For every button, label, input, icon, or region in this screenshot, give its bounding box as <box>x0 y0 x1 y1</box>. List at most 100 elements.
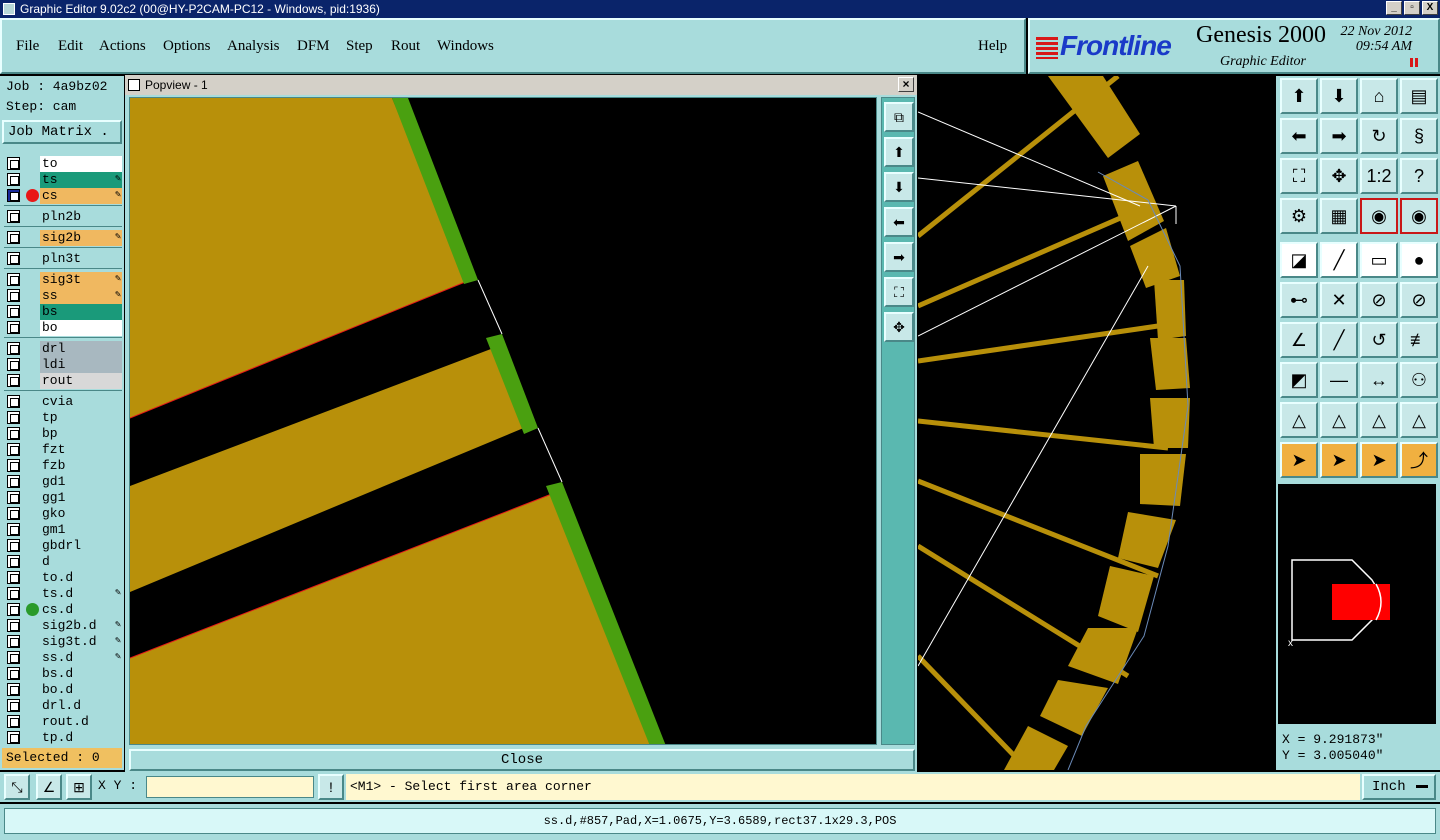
pause-icon[interactable] <box>1410 58 1418 67</box>
main-canvas[interactable] <box>918 76 1276 770</box>
zoom-window-icon[interactable]: ⧉ <box>884 102 914 132</box>
zoom-fit-icon[interactable]: ⛶ <box>1280 158 1318 194</box>
layer-name[interactable]: sig2b ✎ <box>40 230 122 246</box>
pointer-box-icon[interactable]: ➤ <box>1320 442 1358 478</box>
layer-name[interactable]: gm1 <box>40 522 122 538</box>
pan-right-icon[interactable]: ➡ <box>884 242 914 272</box>
help-icon[interactable]: ? <box>1400 158 1438 194</box>
layer-name[interactable]: tp <box>40 410 122 426</box>
layer-row[interactable]: gd1 <box>4 474 122 490</box>
add-pad-icon[interactable]: ⊘ <box>1360 282 1398 318</box>
triangle-icon[interactable]: △ <box>1280 402 1318 438</box>
dimension-icon[interactable]: ↔ <box>1360 362 1398 398</box>
pointer-icon[interactable]: ➤ <box>1280 442 1318 478</box>
layer-row[interactable]: sig3t.d ✎ <box>4 634 122 650</box>
layer-row[interactable]: drl <box>4 341 122 357</box>
layer-row[interactable]: fzb <box>4 458 122 474</box>
triangle2-icon[interactable]: △ <box>1320 402 1358 438</box>
layer-row[interactable]: pln2b <box>4 209 122 225</box>
circles-icon[interactable]: ⚇ <box>1400 362 1438 398</box>
layer-name[interactable]: gko <box>40 506 122 522</box>
layer-name[interactable]: bo.d <box>40 682 122 698</box>
minimap[interactable]: x <box>1278 484 1436 724</box>
layer-checkbox[interactable] <box>7 321 20 334</box>
layer-row[interactable]: pln3t <box>4 251 122 267</box>
layer-name[interactable]: bs <box>40 304 122 320</box>
dash-icon[interactable]: — <box>1320 362 1358 398</box>
layer-checkbox[interactable] <box>7 667 20 680</box>
layer-row[interactable]: sig3t ✎ <box>4 272 122 288</box>
menu-help[interactable]: Help <box>978 38 1007 55</box>
layer-name[interactable]: ss.d ✎ <box>40 650 122 666</box>
redo-icon[interactable]: ↻ <box>1360 118 1398 154</box>
layer-name[interactable]: tp.d <box>40 730 122 746</box>
layer-row[interactable]: ts.d ✎ <box>4 586 122 602</box>
layer-checkbox[interactable] <box>7 555 20 568</box>
layer-row[interactable]: fzt <box>4 442 122 458</box>
layer-name[interactable]: cvia <box>40 394 122 410</box>
layer-name[interactable]: to.d <box>40 570 122 586</box>
settings-icon[interactable]: ⚙ <box>1280 198 1318 234</box>
triangle4-icon[interactable]: △ <box>1400 402 1438 438</box>
pan-down-icon[interactable]: ⬇ <box>1320 78 1358 114</box>
layer-checkbox[interactable] <box>7 539 20 552</box>
layer-checkbox[interactable] <box>7 635 20 648</box>
menu-actions[interactable]: Actions <box>99 38 146 55</box>
layer-row[interactable]: sig2b ✎ <box>4 230 122 246</box>
intersect-icon[interactable]: ✕ <box>1320 282 1358 318</box>
layer-row[interactable]: rout <box>4 373 122 389</box>
xy-input[interactable] <box>146 776 314 798</box>
layer-checkbox[interactable] <box>7 210 20 223</box>
select-pad-icon[interactable]: ◪ <box>1280 242 1318 278</box>
layer-name[interactable]: drl.d <box>40 698 122 714</box>
grid-icon[interactable]: ▦ <box>1320 198 1358 234</box>
layers-red-icon[interactable]: ◉ <box>1360 198 1398 234</box>
layer-row[interactable]: bs <box>4 304 122 320</box>
layer-checkbox[interactable] <box>7 715 20 728</box>
minimize-button[interactable]: _ <box>1386 1 1402 15</box>
menu-edit[interactable]: Edit <box>58 38 83 55</box>
layer-checkbox[interactable] <box>7 699 20 712</box>
layer-name[interactable]: pln2b <box>40 209 122 225</box>
layer-name[interactable]: drl <box>40 341 122 357</box>
close-window-button[interactable]: X <box>1422 1 1438 15</box>
menu-step[interactable]: Step <box>346 38 373 55</box>
menu-analysis[interactable]: Analysis <box>227 38 280 55</box>
pointer-box2-icon[interactable]: ➤ <box>1360 442 1398 478</box>
layer-checkbox[interactable] <box>7 683 20 696</box>
layer-row[interactable]: tp <box>4 410 122 426</box>
window-split-icon[interactable]: ▤ <box>1400 78 1438 114</box>
layer-name[interactable]: to <box>40 156 122 172</box>
feature-icon[interactable]: ◩ <box>1280 362 1318 398</box>
layer-row[interactable]: rout.d <box>4 714 122 730</box>
layers-red2-icon[interactable]: ◉ <box>1400 198 1438 234</box>
layer-row[interactable]: bo.d <box>4 682 122 698</box>
layer-name[interactable]: sig3t ✎ <box>40 272 122 288</box>
layer-name[interactable]: ts.d ✎ <box>40 586 122 602</box>
ruler-icon[interactable]: ▭ <box>1360 242 1398 278</box>
layer-name[interactable]: cs.d <box>40 602 122 618</box>
zoom-center-icon[interactable]: ✥ <box>1320 158 1358 194</box>
layer-row[interactable]: gbdrl <box>4 538 122 554</box>
layer-row[interactable]: bs.d <box>4 666 122 682</box>
popview-close-icon[interactable]: × <box>898 77 914 92</box>
layer-name[interactable]: sig2b.d ✎ <box>40 618 122 634</box>
layer-name[interactable]: ldi <box>40 357 122 373</box>
layer-row[interactable]: tp.d <box>4 730 122 746</box>
layer-name[interactable]: cs ✎ <box>40 188 122 204</box>
dot-icon[interactable]: ● <box>1400 242 1438 278</box>
layer-name[interactable]: pln3t <box>40 251 122 267</box>
snap-grid-icon[interactable]: ⊞ <box>66 774 92 800</box>
layer-checkbox[interactable] <box>7 157 20 170</box>
pan-left-icon[interactable]: ⬅ <box>1280 118 1318 154</box>
arc-icon[interactable]: ↺ <box>1360 322 1398 358</box>
layer-checkbox[interactable] <box>7 427 20 440</box>
layer-row[interactable]: ldi <box>4 357 122 373</box>
layer-row[interactable]: ss ✎ <box>4 288 122 304</box>
layer-checkbox[interactable] <box>7 443 20 456</box>
popview-titlebar[interactable]: Popview - 1 × <box>125 75 917 95</box>
pan-left-icon[interactable]: ⬅ <box>884 207 914 237</box>
layer-checkbox[interactable] <box>7 273 20 286</box>
layer-checkbox[interactable] <box>7 189 20 202</box>
layer-name[interactable]: d <box>40 554 122 570</box>
